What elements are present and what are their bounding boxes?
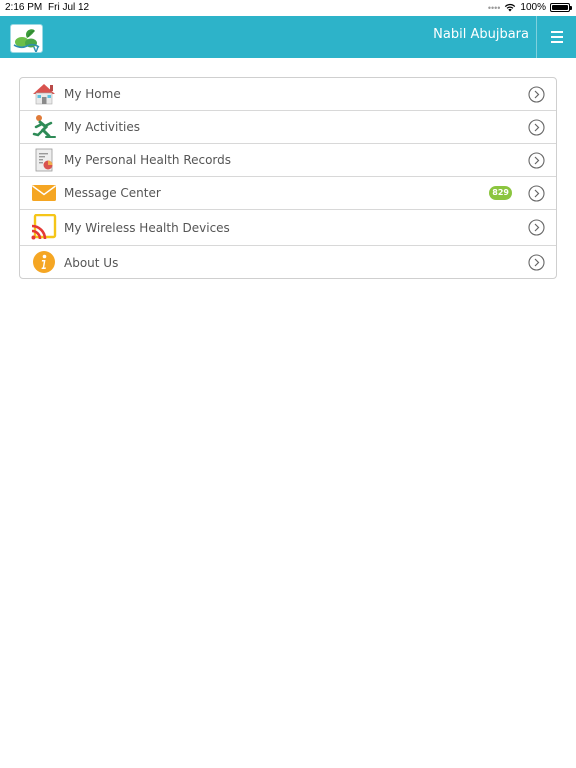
chevron-right-circle-icon (528, 151, 545, 169)
nav-item-about-us[interactable]: About Us (20, 246, 556, 278)
nav-item-label: My Personal Health Records (64, 153, 232, 167)
nav-item-label: About Us (64, 255, 119, 270)
running-person-icon (32, 115, 56, 138)
status-bar: 2:16 PM Fri Jul 12 •••• 100% (0, 0, 576, 16)
status-time: 2:16 PM (5, 2, 43, 13)
nav-item-my-activities[interactable]: My Activities (20, 111, 556, 144)
user-name[interactable]: Nabil Abujbara (433, 27, 529, 42)
nav-item-label: My Activities (64, 120, 141, 134)
nav-item-personal-health-records[interactable]: My Personal Health Records (20, 144, 556, 177)
nav-item-label: My Home (64, 87, 121, 101)
chevron-right-circle-icon (528, 85, 545, 103)
battery-percent: 100% (520, 2, 546, 13)
nav-item-label: Message Center (64, 186, 161, 200)
home-icon (33, 84, 55, 105)
svg-text:y: y (33, 45, 39, 53)
battery-icon (550, 3, 572, 12)
nav-item-message-center[interactable]: Message Center 829 (20, 177, 556, 210)
wireless-device-icon (31, 214, 57, 240)
status-date: Fri Jul 12 (48, 2, 90, 13)
cellular-dots-icon: •••• (487, 2, 501, 13)
nav-item-label: My Wireless Health Devices (64, 220, 230, 235)
status-indicators: •••• 100% (487, 2, 572, 13)
nav-item-my-home[interactable]: My Home (20, 78, 556, 111)
nav-item-wireless-health-devices[interactable]: My Wireless Health Devices (20, 210, 556, 246)
chevron-right-circle-icon (528, 118, 545, 136)
battery-level (552, 5, 568, 10)
chevron-right-circle-icon (528, 184, 545, 202)
nav-menu: My Home My Activities My Personal Health… (19, 77, 557, 279)
app-logo-icon[interactable]: y (10, 24, 43, 53)
chevron-right-circle-icon (528, 219, 545, 236)
hamburger-menu-icon (550, 31, 563, 43)
envelope-icon (32, 185, 56, 201)
app-header: y Nabil Abujbara (0, 16, 576, 58)
wifi-icon (505, 3, 516, 12)
health-record-document-icon (35, 148, 53, 172)
info-icon (33, 251, 55, 273)
menu-button[interactable] (537, 16, 576, 58)
unread-count-badge: 829 (489, 186, 512, 200)
chevron-right-circle-icon (528, 254, 545, 271)
